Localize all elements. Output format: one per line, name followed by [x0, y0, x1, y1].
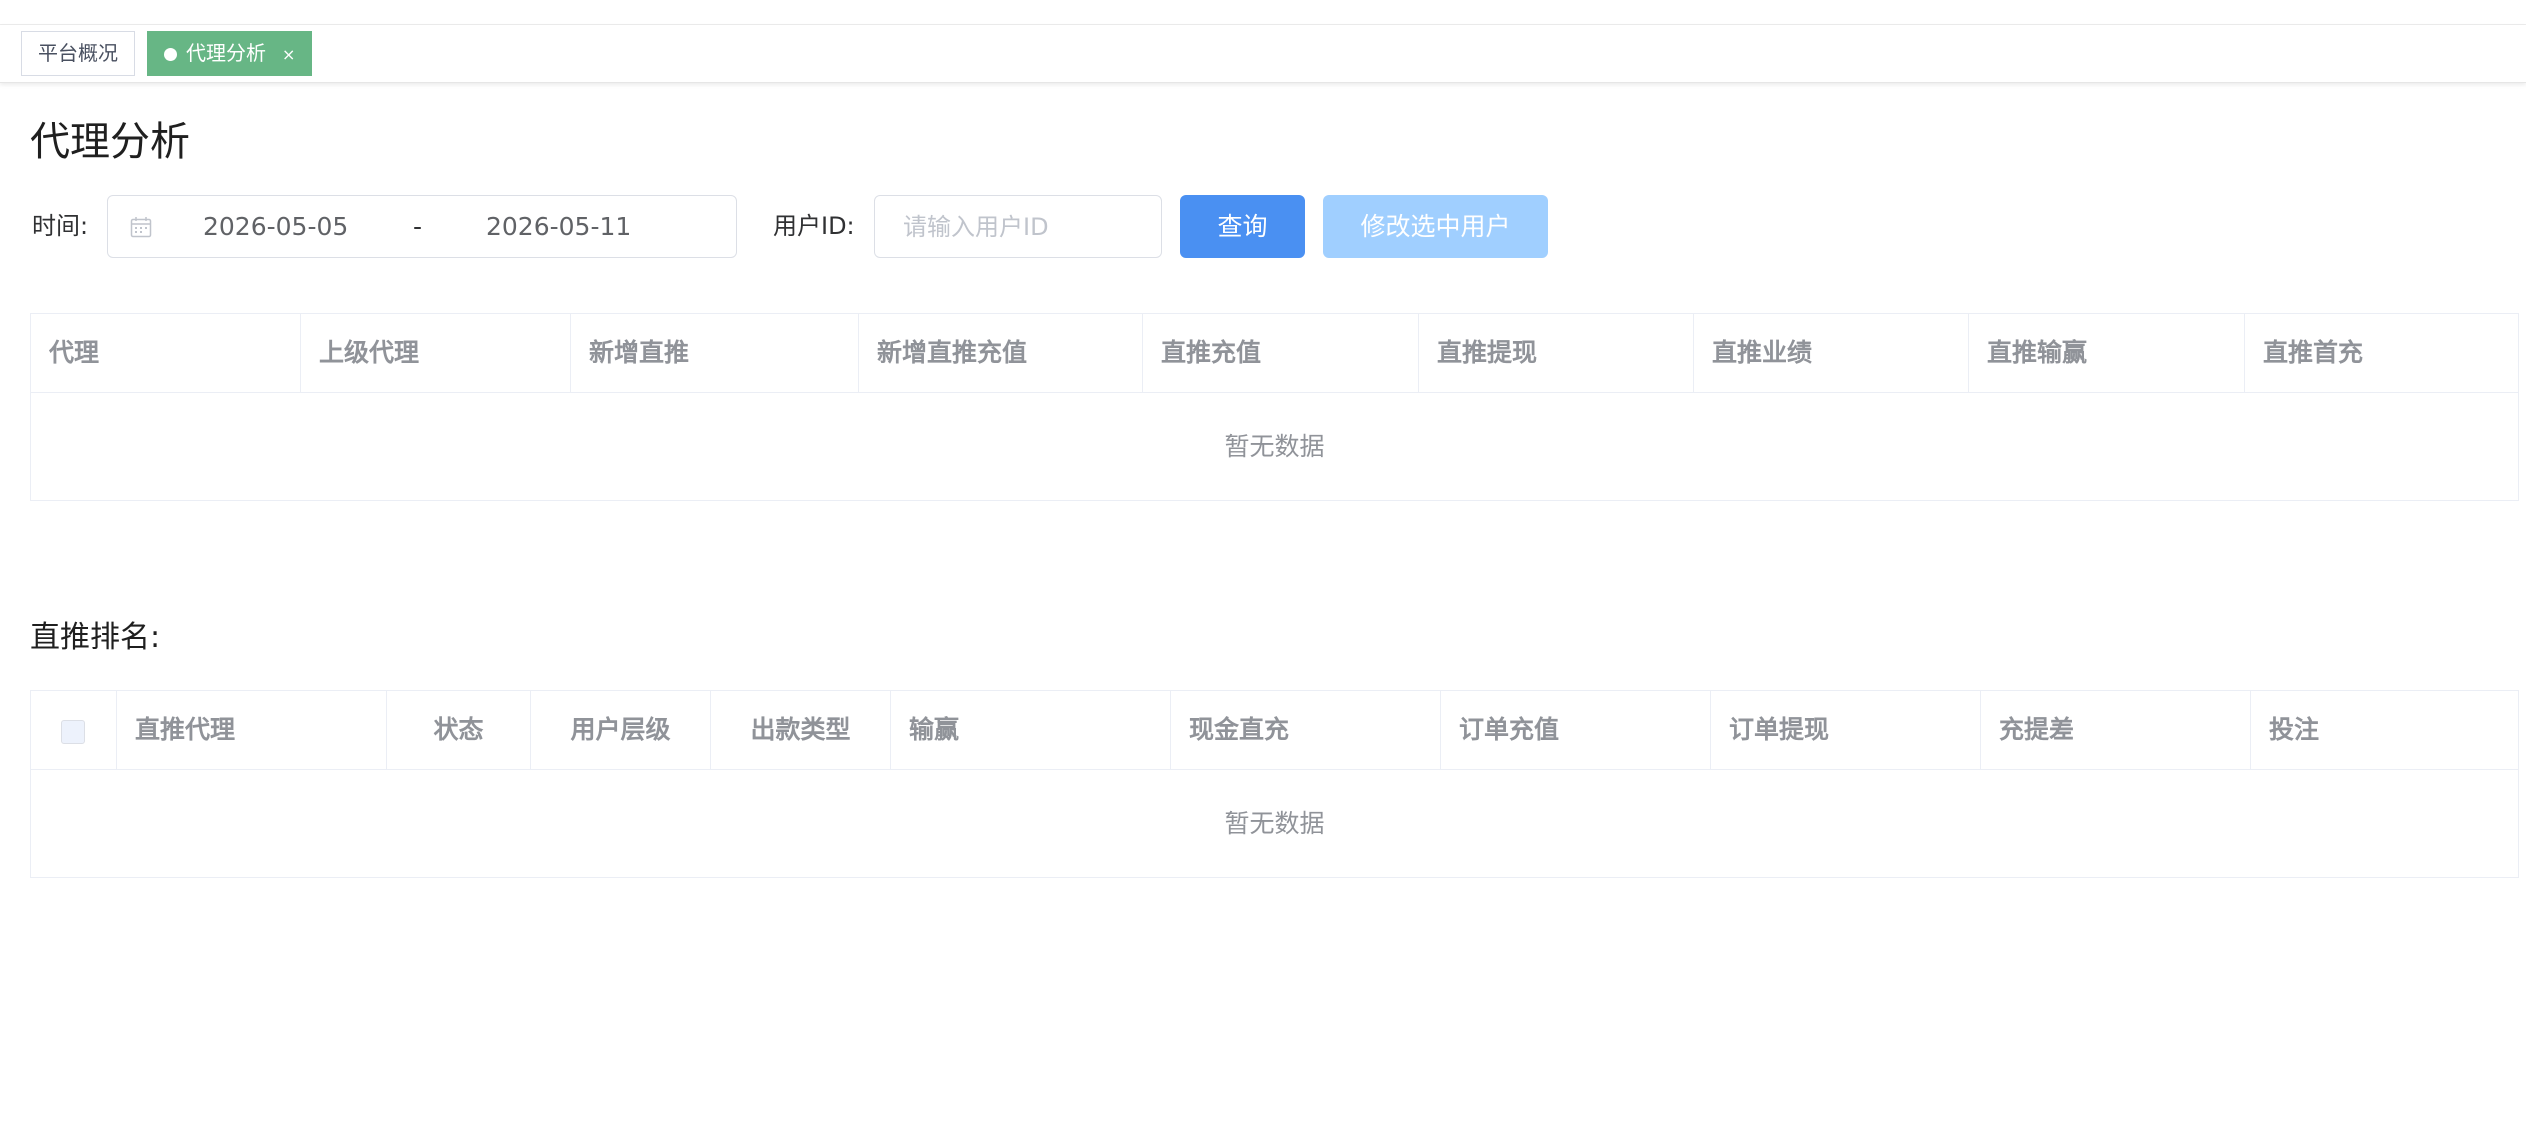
close-icon[interactable]: × [282, 33, 295, 76]
column-header[interactable]: 代理 [31, 314, 301, 392]
table-header: 直推代理 状态 用户层级 出款类型 输赢 现金直充 订单充值 订单提现 充提差 … [31, 691, 2518, 770]
userid-label: 用户ID: [773, 212, 855, 240]
column-header[interactable]: 新增直推 [571, 314, 859, 392]
start-date-input[interactable]: 2026-05-05 [203, 212, 348, 242]
tab-label: 代理分析 [186, 41, 266, 65]
top-navbar [0, 0, 2526, 25]
agent-analysis-table: 代理 上级代理 新增直推 新增直推充值 直推充值 直推提现 直推业绩 直推输赢 … [30, 313, 2519, 501]
tab-platform-overview[interactable]: 平台概况 [21, 31, 135, 76]
column-header[interactable]: 状态 [387, 691, 531, 769]
column-header[interactable]: 直推充值 [1143, 314, 1419, 392]
column-header[interactable]: 直推首充 [2245, 314, 2518, 392]
column-header[interactable]: 充提差 [1981, 691, 2251, 769]
tab-agent-analysis[interactable]: 代理分析 × [147, 31, 313, 76]
calendar-icon [130, 217, 152, 238]
modify-selected-users-button[interactable]: 修改选中用户 [1323, 195, 1548, 258]
column-header[interactable]: 直推代理 [117, 691, 387, 769]
empty-state: 暂无数据 [1224, 432, 1325, 461]
end-date-input[interactable]: 2026-05-11 [486, 212, 631, 242]
column-header[interactable]: 输赢 [891, 691, 1171, 769]
column-header[interactable]: 用户层级 [531, 691, 711, 769]
page-title: 代理分析 [30, 119, 190, 165]
column-header[interactable]: 新增直推充值 [859, 314, 1143, 392]
userid-input[interactable] [874, 195, 1162, 258]
select-all-checkbox[interactable] [61, 720, 85, 744]
column-header[interactable]: 订单充值 [1441, 691, 1711, 769]
time-label: 时间: [32, 212, 89, 240]
active-dot-icon [164, 48, 177, 61]
table-header: 代理 上级代理 新增直推 新增直推充值 直推充值 直推提现 直推业绩 直推输赢 … [31, 314, 2518, 393]
date-separator: - [413, 212, 423, 241]
direct-ranking-table: 直推代理 状态 用户层级 出款类型 输赢 现金直充 订单充值 订单提现 充提差 … [30, 690, 2519, 878]
query-button[interactable]: 查询 [1180, 195, 1305, 258]
column-header[interactable]: 投注 [2251, 691, 2518, 769]
tags-view-bar: 平台概况 代理分析 × [0, 25, 2526, 83]
column-header[interactable]: 上级代理 [301, 314, 571, 392]
column-header[interactable]: 直推业绩 [1694, 314, 1969, 392]
column-header[interactable]: 出款类型 [711, 691, 891, 769]
ranking-section-title: 直推排名: [30, 620, 161, 655]
select-all-cell [31, 691, 117, 769]
column-header[interactable]: 订单提现 [1711, 691, 1981, 769]
empty-state: 暂无数据 [1224, 809, 1325, 838]
tab-label: 平台概况 [38, 41, 118, 65]
column-header[interactable]: 现金直充 [1171, 691, 1441, 769]
date-range-picker[interactable]: 2026-05-05 - 2026-05-11 [107, 195, 737, 258]
column-header[interactable]: 直推提现 [1419, 314, 1694, 392]
column-header[interactable]: 直推输赢 [1969, 314, 2245, 392]
